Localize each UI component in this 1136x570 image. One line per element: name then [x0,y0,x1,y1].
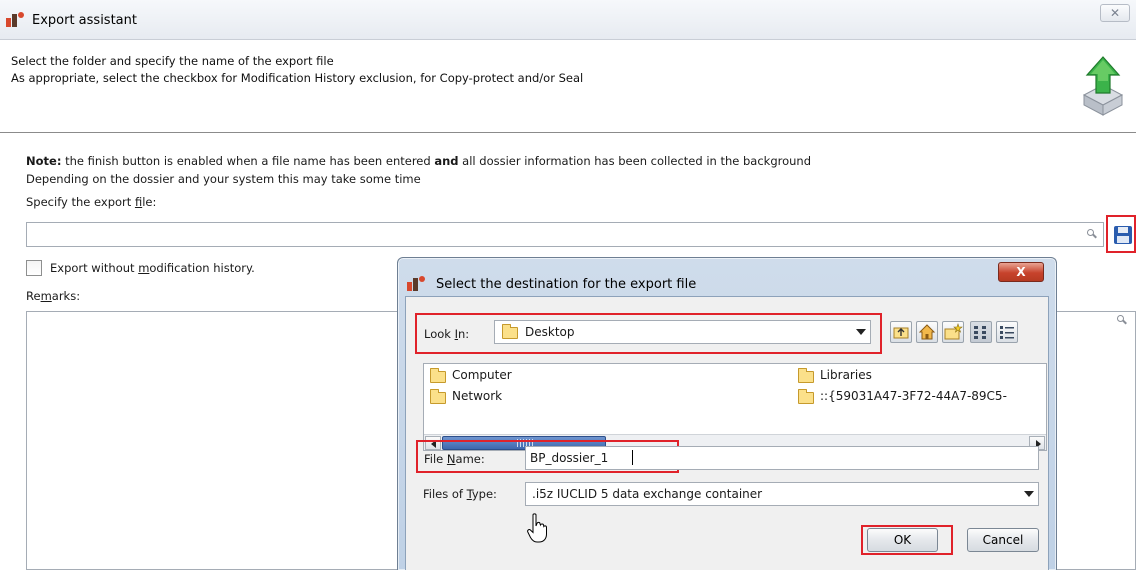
list-item-label: Libraries [820,368,872,382]
window-titlebar: Export assistant ✕ [0,0,1136,40]
details-view-button[interactable] [996,321,1018,343]
note-text: Note: the finish button is enabled when … [26,154,811,168]
folder-icon [430,368,446,383]
file-list[interactable]: Computer Libraries Network ::{59031A47-3… [423,363,1047,451]
list-item-label: ::{59031A47-3F72-44A7-89C5- [820,389,1007,403]
dialog-title: Select the destination for the export fi… [436,277,697,292]
folder-icon [430,389,446,404]
remarks-search-icon[interactable] [1117,315,1127,325]
header-panel: Select the folder and specify the name o… [0,40,1136,133]
chevron-down-icon[interactable] [1024,491,1034,497]
header-instruction-1: Select the folder and specify the name o… [11,54,334,68]
home-icon [918,324,936,340]
file-name-input[interactable]: BP_dossier_1 [525,446,1039,470]
search-icon[interactable] [1087,229,1097,239]
save-file-button[interactable] [1106,215,1136,253]
note-and: and [434,154,459,168]
floppy-disk-icon [1114,226,1132,244]
dialog-body: Look In: Desktop Computer Libraries Netw… [405,296,1049,570]
look-in-label: Look In: [424,327,469,341]
list-view-icon [974,326,986,339]
folder-icon [798,368,814,383]
file-name-value: BP_dossier_1 [530,451,609,465]
note-part-2: all dossier information has been collect… [458,154,812,168]
export-file-label-pre: Specify the export [26,195,135,209]
remarks-label: Remarks: [26,289,80,303]
file-chooser-dialog: Select the destination for the export fi… [397,257,1057,570]
mouse-pointer-icon [527,513,547,543]
exclude-history-label-pre: Export without [50,261,139,275]
export-file-label-post: ile: [142,195,157,209]
list-view-button[interactable] [970,321,992,343]
window-title: Export assistant [32,13,137,28]
export-file-label: Specify the export file: [26,195,156,209]
app-logo-icon [6,12,26,30]
look-in-label-post: n: [458,327,470,341]
dialog-logo-icon [407,276,427,294]
look-in-highlight: Look In: Desktop [415,313,882,354]
files-of-type-select[interactable]: .i5z IUCLID 5 data exchange container [525,482,1039,506]
file-name-label-mnemonic: N [446,452,456,466]
info-text: Depending on the dossier and your system… [26,172,421,186]
home-button[interactable] [916,321,938,343]
folder-icon [798,389,814,404]
files-of-type-label-pre: Files of [423,487,467,501]
look-in-select[interactable]: Desktop [494,320,871,344]
note-label: Note: [26,154,62,168]
new-folder-icon [944,323,963,340]
files-of-type-label-post: ype: [471,487,497,501]
export-arrow-icon [1082,56,1124,116]
file-name-label: File Name: [424,452,485,466]
look-in-label-pre: Look [424,327,455,341]
up-folder-button[interactable] [890,321,912,343]
files-of-type-value: .i5z IUCLID 5 data exchange container [532,487,763,501]
dialog-close-button[interactable]: X [998,262,1044,282]
files-of-type-label: Files of Type: [423,487,497,501]
file-name-label-post: ame: [455,452,485,466]
cancel-button[interactable]: Cancel [967,528,1039,552]
text-caret [632,450,633,465]
exclude-history-checkbox[interactable] [26,260,42,276]
up-folder-icon [893,327,909,339]
folder-icon [502,324,518,339]
exclude-history-label-post: odification history. [149,261,255,275]
look-in-value: Desktop [525,325,575,339]
exclude-history-label-mnemonic: m [138,261,150,275]
exclude-history-label[interactable]: Export without modification history. [50,261,255,275]
export-file-input[interactable] [26,222,1104,247]
details-view-icon [1000,326,1014,339]
remarks-label-post: arks: [51,289,81,303]
remarks-label-mnemonic: m [40,289,52,303]
ok-button[interactable]: OK [867,528,938,552]
list-item-label: Computer [452,368,512,382]
chevron-down-icon[interactable] [856,329,866,335]
new-folder-button[interactable] [942,321,964,343]
list-item-label: Network [452,389,503,403]
file-name-label-pre: File [424,452,447,466]
note-part-1: the finish button is enabled when a file… [61,154,435,168]
window-close-button[interactable]: ✕ [1100,4,1130,22]
remarks-label-pre: Re [26,289,41,303]
header-instruction-2: As appropriate, select the checkbox for … [11,71,584,85]
